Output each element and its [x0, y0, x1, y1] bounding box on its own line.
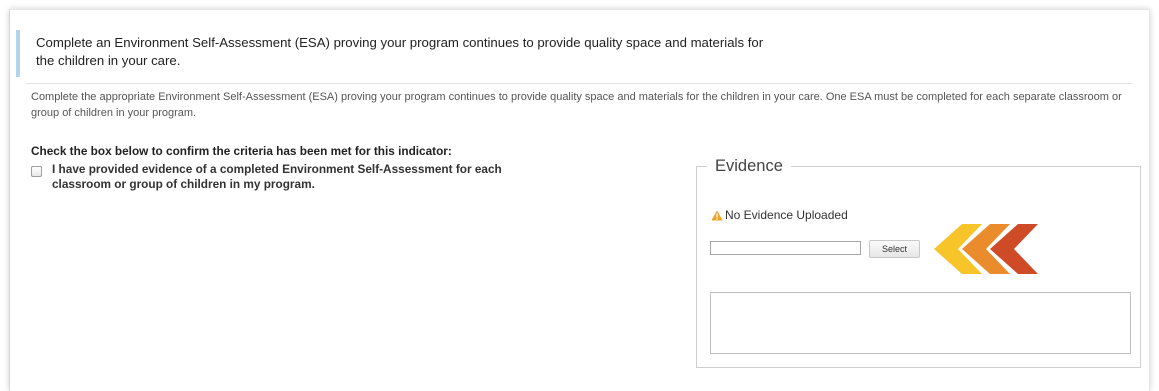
criteria-checkbox[interactable]	[31, 166, 42, 177]
chevron-left-arrows-icon	[934, 224, 1038, 274]
criteria-checkbox-row[interactable]: I have provided evidence of a completed …	[31, 162, 512, 192]
evidence-panel: Evidence No Evidence Uploaded Select	[696, 157, 1141, 368]
page: Complete an Environment Self-Assessment …	[0, 0, 1159, 391]
evidence-legend: Evidence	[715, 157, 783, 175]
evidence-drop-area[interactable]	[710, 292, 1131, 354]
evidence-status: No Evidence Uploaded	[711, 208, 848, 222]
divider	[26, 83, 1133, 84]
indicator-title-block: Complete an Environment Self-Assessment …	[16, 30, 776, 77]
criteria-label: Check the box below to confirm the crite…	[31, 144, 452, 158]
select-button[interactable]: Select	[869, 240, 920, 258]
evidence-status-text: No Evidence Uploaded	[725, 208, 848, 222]
indicator-description: Complete the appropriate Environment Sel…	[31, 91, 1122, 119]
evidence-file-input[interactable]	[710, 241, 861, 255]
indicator-title: Complete an Environment Self-Assessment …	[36, 35, 764, 68]
criteria-checkbox-label[interactable]: I have provided evidence of a completed …	[52, 162, 512, 192]
warning-icon	[711, 210, 723, 220]
indicator-card: Complete an Environment Self-Assessment …	[9, 9, 1150, 391]
